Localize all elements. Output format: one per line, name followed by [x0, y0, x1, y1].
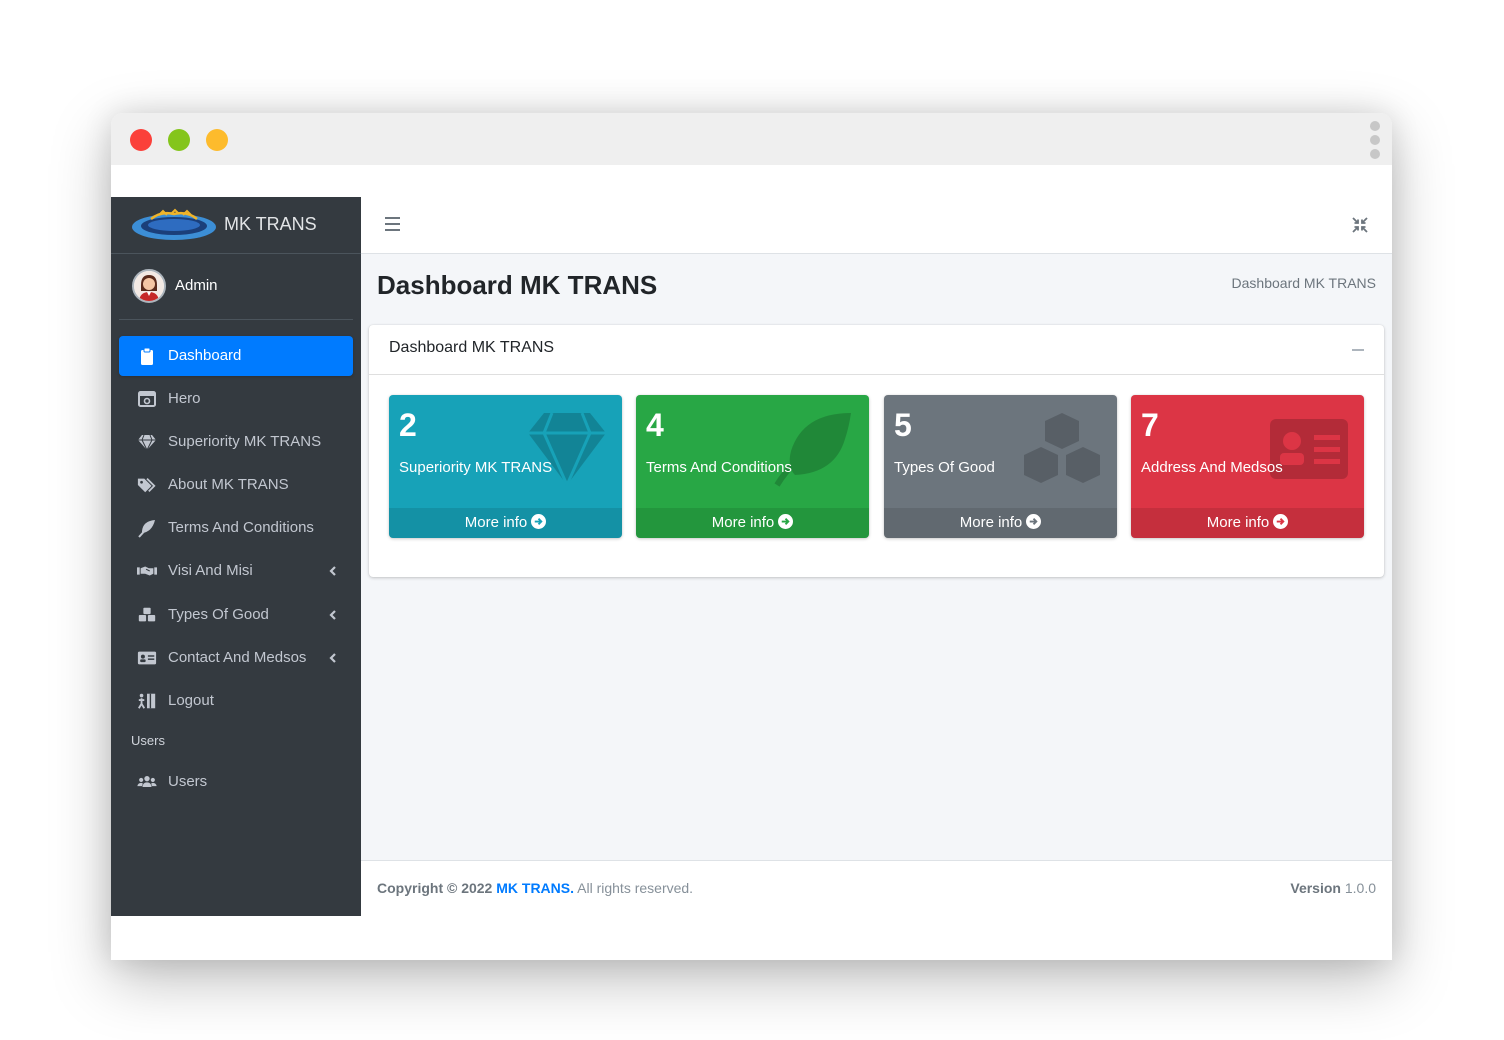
sidebar-item-label: Logout [168, 692, 214, 709]
arrow-circle-right-icon [778, 514, 794, 529]
more-info-link[interactable]: More info [636, 508, 869, 538]
cubes-icon [1024, 413, 1100, 483]
address-card-icon [137, 651, 157, 665]
tags-icon [137, 477, 156, 493]
chevron-left-icon [329, 566, 336, 576]
box-count: 2 [399, 407, 417, 443]
small-box-superiority: 2 Superiority MK TRANS More info [389, 395, 622, 538]
sidebar-header-users: Users [131, 733, 165, 748]
version-value: 1.0.0 [1344, 880, 1376, 896]
box-label: Types Of Good [894, 459, 995, 476]
more-info-label: More info [711, 514, 775, 531]
rights-text: All rights reserved. [577, 880, 694, 896]
chevron-left-icon [329, 653, 336, 663]
sidebar-item-visi-misi[interactable]: Visi And Misi [119, 551, 353, 591]
copyright-prefix: Copyright © 2022 [377, 880, 493, 896]
card-header: Dashboard MK TRANS [369, 325, 1384, 375]
close-window-button[interactable] [130, 129, 152, 151]
box-label: Terms And Conditions [646, 459, 792, 476]
box-count: 5 [894, 407, 912, 443]
minimize-window-button[interactable] [168, 129, 190, 151]
kebab-menu-icon[interactable] [1370, 121, 1380, 159]
browser-window: MK TRANS Admin Dashboard Hero Superiorit… [111, 113, 1392, 960]
user-avatar-icon [134, 271, 164, 301]
feather-icon [138, 520, 155, 538]
users-icon [137, 776, 157, 787]
sidebar-item-dashboard[interactable]: Dashboard [119, 336, 353, 376]
clipboard-icon [141, 347, 153, 365]
version-info: Version 1.0.0 [1290, 880, 1376, 896]
sidebar-item-terms[interactable]: Terms And Conditions [119, 508, 353, 548]
arrow-circle-right-icon [1026, 514, 1042, 529]
small-box-types-of-good: 5 Types Of Good More info [884, 395, 1117, 538]
sidebar-item-label: Contact And Medsos [168, 649, 307, 666]
more-info-label: More info [464, 514, 528, 531]
door-exit-icon [138, 693, 156, 709]
copyright-text: Copyright © 2022 MK TRANS. All rights re… [377, 880, 693, 896]
box-label: Address And Medsos [1141, 459, 1283, 476]
sidebar-item-label: About MK TRANS [168, 476, 289, 493]
sidebar-item-label: Users [168, 773, 208, 790]
sidebar-item-contact-medsos[interactable]: Contact And Medsos [119, 638, 353, 678]
avatar [132, 269, 166, 303]
sidebar-item-types-of-good[interactable]: Types Of Good [119, 595, 353, 635]
brand-text: MK TRANS [224, 214, 317, 234]
sidebar-item-superiority[interactable]: Superiority MK TRANS [119, 422, 353, 462]
sidebar-item-label: Superiority MK TRANS [168, 433, 322, 450]
box-count: 4 [646, 407, 664, 443]
more-info-label: More info [1206, 514, 1270, 531]
window-titlebar [111, 113, 1392, 165]
sidebar-item-hero[interactable]: Hero [119, 379, 353, 419]
user-panel[interactable]: Admin [119, 254, 353, 320]
gem-icon [138, 434, 156, 452]
dashboard-card: Dashboard MK TRANS 2 Superiority MK TRAN… [369, 325, 1384, 577]
brand-logo-icon [132, 208, 216, 240]
arrow-circle-right-icon [1273, 514, 1289, 529]
main-sidebar: MK TRANS Admin Dashboard Hero Superiorit… [111, 197, 361, 916]
arrow-circle-right-icon [531, 514, 547, 529]
hamburger-menu-icon[interactable] [385, 217, 401, 231]
boxes-icon [138, 607, 156, 622]
box-label: Superiority MK TRANS [399, 459, 553, 476]
sidebar-item-label: Terms And Conditions [168, 519, 314, 536]
collapse-minus-icon[interactable] [1352, 349, 1364, 351]
main-footer: Copyright © 2022 MK TRANS. All rights re… [361, 860, 1392, 916]
sidebar-item-logout[interactable]: Logout [119, 681, 353, 721]
more-info-link[interactable]: More info [1131, 508, 1364, 538]
sidebar-item-about[interactable]: About MK TRANS [119, 465, 353, 505]
sidebar-item-label: Visi And Misi [168, 562, 253, 579]
version-label: Version [1290, 880, 1341, 896]
chevron-left-icon [329, 610, 336, 620]
user-name: Admin [175, 277, 218, 294]
breadcrumb: Dashboard MK TRANS [1231, 275, 1376, 291]
content-wrapper: Dashboard MK TRANS Dashboard MK TRANS Da… [361, 254, 1392, 860]
sidebar-item-label: Hero [168, 390, 201, 407]
sidebar-item-label: Types Of Good [168, 606, 269, 623]
sidebar-item-label: Dashboard [168, 347, 242, 364]
window-icon [138, 391, 156, 407]
handshake-icon [137, 566, 157, 576]
small-box-address-medsos: 7 Address And Medsos More info [1131, 395, 1364, 538]
small-box-terms: 4 Terms And Conditions More info [636, 395, 869, 538]
more-info-label: More info [959, 514, 1023, 531]
brand-link[interactable]: MK TRANS [111, 197, 361, 254]
more-info-link[interactable]: More info [389, 508, 622, 538]
brand-footer-link[interactable]: MK TRANS. [496, 880, 574, 896]
card-title: Dashboard MK TRANS [389, 339, 555, 356]
page-title: Dashboard MK TRANS [377, 270, 658, 300]
sidebar-item-users[interactable]: Users [119, 762, 353, 802]
fullscreen-toggle-icon[interactable] [1351, 216, 1369, 234]
top-navbar [361, 197, 1392, 254]
box-count: 7 [1141, 407, 1159, 443]
maximize-window-button[interactable] [206, 129, 228, 151]
more-info-link[interactable]: More info [884, 508, 1117, 538]
